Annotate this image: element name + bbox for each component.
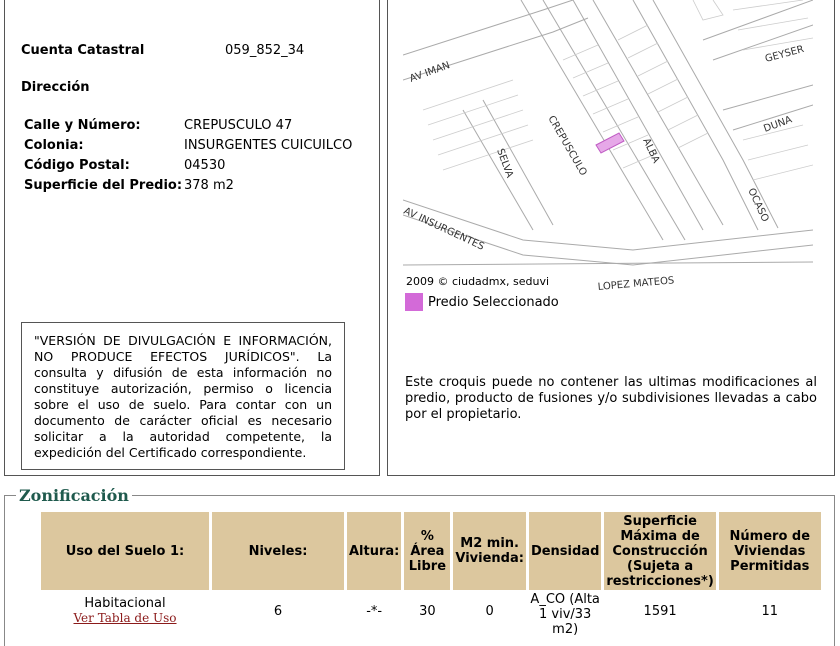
ver-tabla-uso-link[interactable]: Ver Tabla de Uso: [42, 611, 208, 625]
table-header-row: Uso del Suelo 1: Niveles: Altura: % Área…: [41, 512, 821, 590]
cadastral-info-panel: Cuenta Catastral 059_852_34 Dirección Ca…: [4, 0, 380, 476]
header-uso: Uso del Suelo 1:: [41, 512, 209, 590]
address-heading: Dirección: [21, 80, 90, 95]
cell-m2-min: 0: [453, 590, 526, 645]
parcel-map[interactable]: AV IMAN GEYSER DUNA CREPUSCULO ALBA SELV…: [403, 0, 813, 290]
header-niveles: Niveles:: [212, 512, 344, 590]
street-label-map: AV IMAN: [408, 60, 451, 85]
cell-superficie: 1591: [604, 590, 716, 645]
table-row: Habitacional Ver Tabla de Uso 6 -*- 30 0…: [41, 590, 821, 645]
cell-uso: Habitacional Ver Tabla de Uso: [41, 590, 209, 645]
street-label-map: GEYSER: [764, 44, 805, 65]
street-label: Calle y Número:: [24, 118, 141, 133]
street-value: CREPUSCULO 47: [184, 118, 293, 133]
map-panel: AV IMAN GEYSER DUNA CREPUSCULO ALBA SELV…: [387, 0, 835, 476]
cell-area-libre: 30: [404, 590, 451, 645]
cell-viviendas: 11: [718, 590, 821, 645]
zonificacion-title: Zonificación: [16, 486, 132, 505]
area-value: 378 m2: [184, 178, 234, 193]
map-note: Este croquis puede no contener las ultim…: [405, 375, 817, 422]
account-value: 059_852_34: [225, 43, 305, 58]
header-superficie: Superficie Máxima de Construcción (Sujet…: [604, 512, 716, 590]
street-label-map: CREPUSCULO: [545, 114, 588, 178]
cell-niveles: 6: [212, 590, 344, 645]
street-label-map: DUNA: [762, 114, 793, 134]
legend-label: Predio Seleccionado: [428, 295, 559, 310]
legal-disclaimer: "VERSIÓN DE DIVULGACIÓN E INFORMACIÓN, N…: [21, 322, 345, 470]
cell-densidad: A_CO (Alta 1 viv/33 m2): [528, 590, 602, 645]
area-label: Superficie del Predio:: [24, 178, 183, 193]
header-densidad: Densidad: [528, 512, 602, 590]
postal-label: Código Postal:: [24, 158, 130, 173]
header-m2-min: M2 min. Vivienda:: [453, 512, 526, 590]
street-label-map: LOPEZ MATEOS: [597, 275, 674, 290]
header-altura: Altura:: [347, 512, 402, 590]
cell-altura: -*-: [347, 590, 402, 645]
header-viviendas: Número de Viviendas Permitidas: [718, 512, 821, 590]
map-drawing: AV IMAN GEYSER DUNA CREPUSCULO ALBA SELV…: [403, 0, 813, 290]
zonificacion-table: Uso del Suelo 1: Niveles: Altura: % Área…: [38, 512, 824, 645]
map-credit: 2009 © ciudadmx, seduvi: [406, 275, 550, 288]
street-label-map: AV INSURGENTES: [403, 206, 486, 253]
colonia-value: INSURGENTES CUICUILCO: [184, 138, 353, 153]
colonia-label: Colonia:: [24, 138, 84, 153]
header-area-libre: % Área Libre: [404, 512, 451, 590]
account-label: Cuenta Catastral: [21, 43, 145, 58]
legend-swatch: [405, 293, 423, 311]
postal-value: 04530: [184, 158, 226, 173]
uso-value: Habitacional: [84, 596, 166, 611]
